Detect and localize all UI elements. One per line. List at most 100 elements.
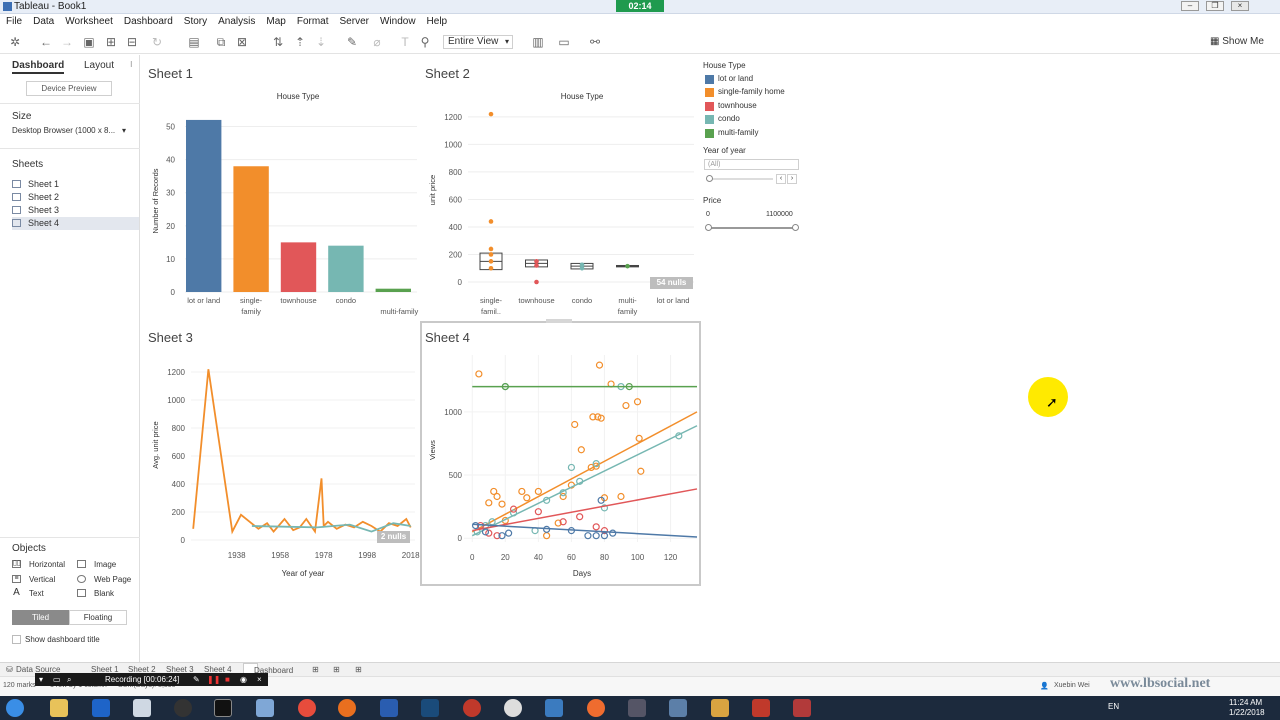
tableau-taskbar-icon[interactable]	[669, 699, 687, 717]
data-source-icon[interactable]: ⛁	[6, 665, 13, 674]
window-icon[interactable]: ▭	[53, 673, 61, 686]
chevron-right-icon[interactable]: ›	[787, 174, 797, 184]
year-slider-handle[interactable]	[706, 175, 713, 182]
notepad-icon[interactable]	[133, 699, 151, 717]
object-web-page[interactable]: Web Page	[77, 575, 131, 584]
clock-date[interactable]: 1/22/2018	[1229, 708, 1265, 717]
menu-map[interactable]: Map	[260, 14, 290, 27]
firefox-icon[interactable]	[338, 699, 356, 717]
restore-button[interactable]: ❐	[1206, 1, 1224, 11]
camera-icon[interactable]: ◉	[240, 673, 247, 686]
device-preview-button[interactable]: Device Preview	[26, 81, 112, 96]
zotero-icon[interactable]	[752, 699, 770, 717]
tab-layout[interactable]: Layout	[84, 58, 114, 74]
file-explorer-icon[interactable]	[50, 699, 68, 717]
sheet-list-item[interactable]: Sheet 4	[12, 217, 139, 230]
clock-time[interactable]: 11:24 AM	[1229, 698, 1262, 707]
sheet-list-item[interactable]: Sheet 3	[12, 204, 139, 217]
nulls-indicator[interactable]: 54 nulls	[650, 277, 693, 289]
fit-view-select[interactable]: Entire View ▾	[443, 35, 513, 49]
object-blank[interactable]: Blank	[77, 589, 114, 598]
pause-icon[interactable]: ❚❚	[207, 673, 220, 686]
show-cards-icon[interactable]: ▥	[531, 35, 545, 49]
sheet-list-item[interactable]: Sheet 1	[12, 178, 139, 191]
menu-dashboard[interactable]: Dashboard	[118, 14, 178, 27]
price-slider-max-handle[interactable]	[792, 224, 799, 231]
label-icon[interactable]: T	[398, 35, 412, 49]
undo-icon[interactable]: ←	[39, 35, 53, 49]
arcgis-icon[interactable]	[421, 699, 439, 717]
new-worksheet-icon[interactable]: ▤	[187, 35, 201, 49]
year-slider-track[interactable]	[707, 178, 773, 180]
duplicate-sheet-icon[interactable]: ⧉	[214, 35, 228, 49]
app-icon[interactable]	[174, 699, 192, 717]
legend-item[interactable]: condo	[705, 114, 805, 127]
clear-sheet-icon[interactable]: ⊠	[235, 35, 249, 49]
tiled-toggle[interactable]: Tiled	[12, 610, 69, 625]
menu-file[interactable]: File	[0, 14, 27, 27]
new-data-source-icon[interactable]: ⊞	[104, 35, 118, 49]
object-vertical[interactable]: ≡ Vertical	[12, 575, 55, 584]
user-name[interactable]: Xuebin Wei	[1054, 682, 1090, 689]
floating-toggle[interactable]: Floating	[69, 610, 127, 625]
legend-item[interactable]: townhouse	[705, 101, 805, 114]
save-icon[interactable]: ▣	[82, 35, 96, 49]
menu-data[interactable]: Data	[27, 14, 59, 27]
legend-item[interactable]: single-family home	[705, 87, 805, 100]
nulls-indicator[interactable]: 2 nulls	[377, 531, 410, 543]
close-window-button[interactable]: ×	[1231, 1, 1249, 11]
snagit-icon[interactable]	[587, 699, 605, 717]
year-filter-input[interactable]: (All)	[704, 159, 799, 170]
menu-worksheet[interactable]: Worksheet	[59, 14, 118, 27]
group-icon[interactable]: ⌀	[370, 35, 384, 49]
tab-dashboard[interactable]: Dashboard	[12, 58, 65, 74]
object-text[interactable]: A Text	[12, 588, 44, 599]
price-slider-min-handle[interactable]	[705, 224, 712, 231]
r-icon[interactable]	[380, 699, 398, 717]
access-icon[interactable]	[793, 699, 811, 717]
tool-icon[interactable]	[628, 699, 646, 717]
new-dashboard-tab-icon[interactable]: ⊞	[333, 665, 340, 674]
pencil-app-icon[interactable]	[711, 699, 729, 717]
object-horizontal[interactable]: ▯▯ Horizontal	[12, 560, 65, 569]
show-title-checkbox[interactable]	[12, 635, 21, 644]
close-icon[interactable]: ×	[257, 673, 262, 686]
sheet-list-item[interactable]: Sheet 2	[12, 191, 139, 204]
pen-icon[interactable]: ✎	[193, 673, 200, 686]
menu-story[interactable]: Story	[178, 14, 212, 27]
sort-ascending-icon[interactable]: ⇡	[293, 35, 307, 49]
presentation-mode-icon[interactable]: ▭	[557, 35, 571, 49]
start-button-icon[interactable]	[6, 699, 24, 717]
menu-help[interactable]: Help	[421, 14, 453, 27]
new-story-tab-icon[interactable]: ⊞	[355, 665, 362, 674]
pane-menu-icon[interactable]: ⁝	[130, 60, 133, 69]
terminal-icon[interactable]	[214, 699, 232, 717]
chevron-left-icon[interactable]: ‹	[776, 174, 786, 184]
show-me-button[interactable]: ▦ Show Me	[1210, 36, 1264, 47]
object-image[interactable]: Image	[77, 560, 116, 569]
highlight-icon[interactable]: ✎	[345, 35, 359, 49]
size-select[interactable]: Desktop Browser (1000 x 8...	[12, 126, 115, 135]
legend-item[interactable]: multi-family	[705, 128, 805, 141]
zoom-icon[interactable]: ⌕	[67, 673, 71, 686]
swap-icon[interactable]: ⇅	[271, 35, 285, 49]
price-slider-track[interactable]	[708, 227, 796, 229]
chevron-down-icon[interactable]: ▾	[122, 126, 126, 135]
sort-descending-icon[interactable]: ⇣	[314, 35, 328, 49]
menu-analysis[interactable]: Analysis	[212, 14, 260, 27]
share-icon[interactable]: ⚯	[588, 35, 602, 49]
pause-updates-icon[interactable]: ⊟	[125, 35, 139, 49]
tableau-logo-icon[interactable]: ✲	[8, 35, 22, 49]
chevron-down-icon[interactable]: ▾	[39, 673, 43, 686]
postgres-icon[interactable]	[256, 699, 274, 717]
chrome-icon[interactable]	[298, 699, 316, 717]
new-worksheet-tab-icon[interactable]: ⊞	[312, 665, 319, 674]
pin-icon[interactable]: ⚲	[418, 35, 432, 49]
legend-item[interactable]: lot or land	[705, 74, 805, 87]
stop-icon[interactable]: ■	[225, 673, 230, 686]
run-update-icon[interactable]: ↻	[150, 35, 164, 49]
clock-app-icon[interactable]	[504, 699, 522, 717]
language-indicator[interactable]: EN	[1108, 702, 1119, 711]
menu-format[interactable]: Format	[291, 14, 334, 27]
media-icon[interactable]	[463, 699, 481, 717]
